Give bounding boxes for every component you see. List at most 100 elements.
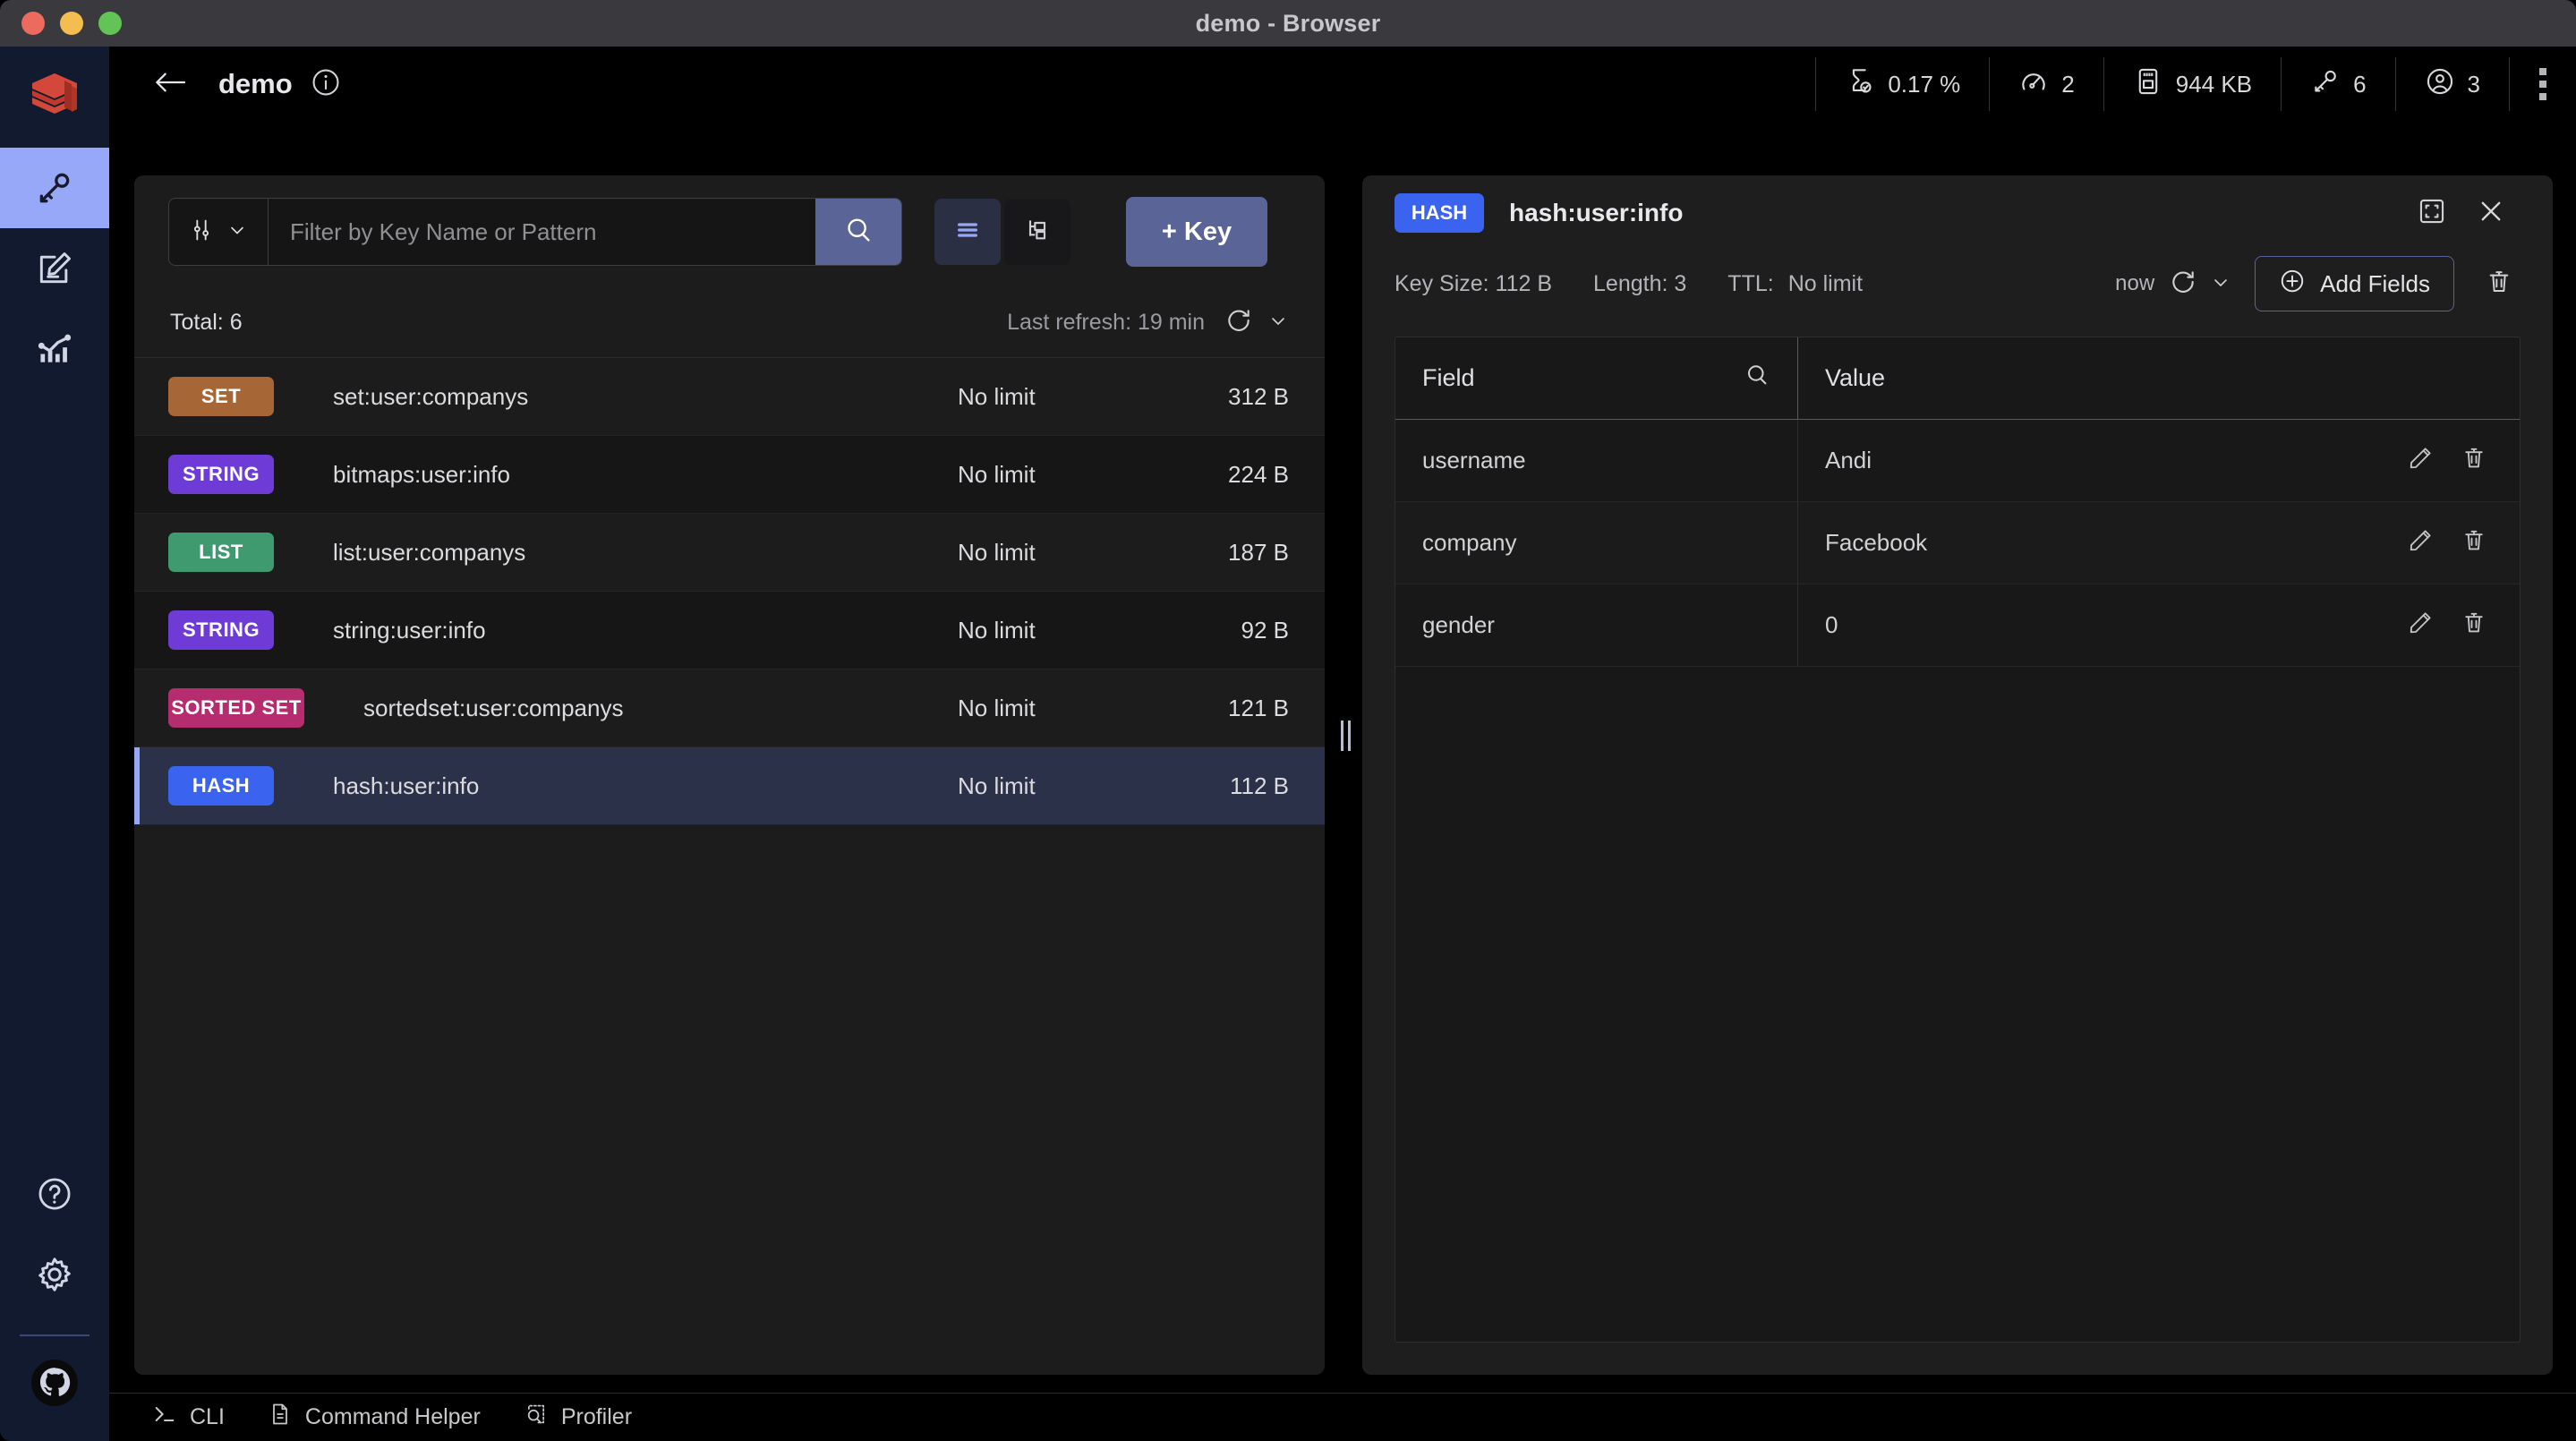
keys-list-panel: + Key Total: 6 Last refresh: 19 min	[134, 175, 1325, 1375]
cli-button[interactable]: CLI	[152, 1402, 225, 1433]
search-submit-button[interactable]	[815, 199, 901, 265]
key-type-badge: HASH	[1395, 193, 1484, 233]
column-header-value: Value	[1798, 337, 2520, 419]
list-view-button[interactable]	[934, 199, 1001, 265]
panel-resize-handle[interactable]	[1334, 712, 1357, 759]
command-helper-button[interactable]: Command Helper	[268, 1402, 481, 1433]
trash-icon[interactable]	[2461, 610, 2487, 641]
filter-type-dropdown[interactable]	[169, 199, 269, 265]
key-ttl-cell: No limit	[958, 460, 1036, 488]
details-refresh-chevron-down-icon[interactable]	[2210, 271, 2231, 297]
refresh-controls	[1224, 306, 1289, 339]
key-name-cell: list:user:companys	[333, 538, 526, 566]
metric-keys-value: 6	[2353, 70, 2367, 98]
metric-ops-value: 2	[2061, 70, 2075, 98]
gear-icon	[35, 1255, 74, 1294]
key-name-cell: sortedset:user:companys	[363, 694, 624, 721]
table-row[interactable]: STRING string:user:info No limit 92 B	[134, 592, 1325, 669]
value-cell: Andi	[1825, 447, 1872, 473]
value-cell: Facebook	[1825, 529, 1928, 556]
key-type-badge: STRING	[168, 455, 274, 494]
table-row[interactable]: SORTED SET sortedset:user:companys No limi…	[134, 669, 1325, 747]
trash-icon[interactable]	[2461, 527, 2487, 558]
table-row[interactable]: gender 0	[1395, 584, 2520, 667]
total-keys-label: Total: 6	[170, 310, 243, 335]
table-header-row: Field Value	[1395, 337, 2520, 420]
field-cell: company	[1395, 501, 1798, 584]
key-ttl-cell: No limit	[958, 616, 1036, 644]
sidebar-item-github[interactable]	[31, 1360, 78, 1411]
last-refresh-label: Last refresh: 19 min	[1007, 310, 1205, 335]
search-input[interactable]	[269, 199, 815, 265]
key-ttl-cell: No limit	[958, 694, 1036, 721]
plus-circle-icon	[2279, 268, 2306, 301]
key-icon	[35, 168, 74, 208]
back-button[interactable]	[152, 68, 188, 101]
list-view-icon	[953, 216, 982, 249]
sliders-icon	[189, 217, 214, 247]
pencil-icon[interactable]	[2407, 445, 2434, 476]
profiler-search-icon	[524, 1402, 549, 1433]
profiler-button[interactable]: Profiler	[524, 1402, 632, 1433]
trash-icon	[2485, 270, 2513, 300]
pencil-icon[interactable]	[2407, 610, 2434, 641]
key-name-title: hash:user:info	[1509, 199, 1684, 226]
row-actions	[2407, 610, 2520, 641]
refresh-options-chevron-down-icon[interactable]	[1267, 310, 1289, 336]
sidebar-item-browser[interactable]	[0, 148, 109, 228]
chevron-down-icon	[226, 219, 248, 245]
table-row[interactable]: LIST list:user:companys No limit 187 B	[134, 514, 1325, 592]
user-circle-icon	[2425, 66, 2455, 103]
tree-view-button[interactable]	[1004, 199, 1070, 265]
metric-clients[interactable]: 3	[2396, 57, 2510, 111]
fullscreen-button[interactable]	[2402, 196, 2461, 231]
header-metrics: 0.17 % 2 944 KB 6 3	[1815, 47, 2576, 122]
details-refresh-icon[interactable]	[2169, 268, 2197, 301]
table-row[interactable]: username Andi	[1395, 419, 2520, 502]
refresh-icon[interactable]	[1224, 306, 1253, 339]
key-name-cell: set:user:companys	[333, 382, 529, 410]
close-details-button[interactable]	[2461, 196, 2521, 231]
metric-memory[interactable]: 944 KB	[2104, 57, 2282, 111]
table-body: username Andi company Facebook gender 0	[1395, 419, 2520, 667]
keys-toolbar: + Key	[134, 175, 1325, 288]
pencil-icon[interactable]	[2407, 527, 2434, 558]
header-more-options-button[interactable]	[2510, 57, 2576, 111]
close-icon	[2476, 196, 2506, 231]
table-row[interactable]: HASH hash:user:info No limit 112 B	[134, 747, 1325, 825]
metric-keys[interactable]: 6	[2282, 57, 2396, 111]
delete-key-button[interactable]	[2478, 268, 2521, 301]
profiler-label: Profiler	[560, 1404, 633, 1429]
info-circle-icon[interactable]	[311, 67, 341, 102]
key-size-cell: 312 B	[1228, 382, 1289, 410]
column-header-field-label: Field	[1422, 364, 1475, 391]
field-cell: username	[1395, 419, 1798, 502]
key-icon	[2310, 66, 2341, 103]
trash-icon[interactable]	[2461, 445, 2487, 476]
table-row[interactable]: company Facebook	[1395, 501, 2520, 584]
key-ttl-cell: No limit	[958, 538, 1036, 566]
field-cell: gender	[1395, 584, 1798, 667]
metric-ops[interactable]: 2	[1990, 57, 2104, 111]
cli-label: CLI	[190, 1404, 225, 1429]
last-refresh-now-label: now	[2115, 271, 2155, 295]
sidebar-item-workbench[interactable]	[0, 228, 109, 309]
sidebar-item-help[interactable]	[0, 1154, 109, 1234]
key-type-badge: STRING	[168, 610, 274, 650]
row-actions	[2407, 527, 2520, 558]
app-header: demo 0.17 % 2 944 KB 6 3	[109, 47, 2576, 122]
key-size-cell: 112 B	[1229, 772, 1289, 799]
table-row[interactable]: STRING bitmaps:user:info No limit 224 B	[134, 436, 1325, 514]
add-key-button[interactable]: + Key	[1126, 197, 1267, 267]
sidebar-item-analytics[interactable]	[0, 309, 109, 389]
key-type-badge: HASH	[168, 766, 274, 806]
key-size-cell: 224 B	[1228, 460, 1289, 488]
add-fields-button[interactable]: Add Fields	[2255, 256, 2454, 311]
table-row[interactable]: SET set:user:companys No limit 312 B	[134, 358, 1325, 436]
window-titlebar: demo - Browser	[0, 0, 2576, 47]
window-title: demo - Browser	[1195, 9, 1381, 37]
speedometer-icon	[2018, 66, 2049, 103]
sidebar-item-settings[interactable]	[0, 1234, 109, 1315]
field-search-icon[interactable]	[1744, 362, 1770, 395]
metric-cpu[interactable]: 0.17 %	[1815, 57, 1991, 111]
